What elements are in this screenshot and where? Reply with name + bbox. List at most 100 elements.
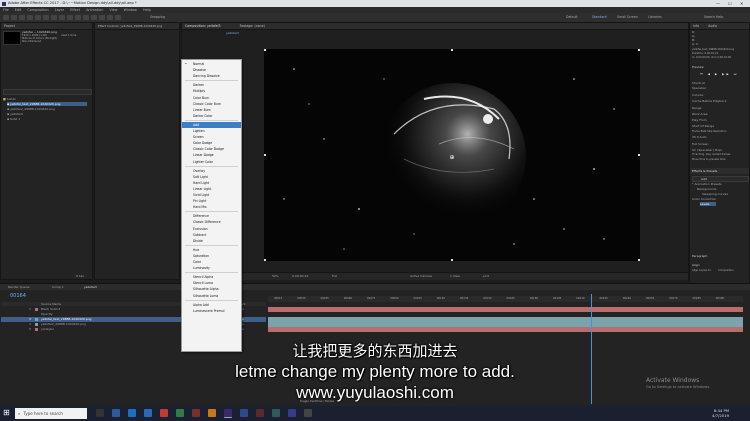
- project-panel-title[interactable]: Project: [1, 23, 92, 30]
- app-icon[interactable]: [272, 409, 280, 417]
- menu-edit[interactable]: Edit: [15, 8, 22, 12]
- menu-file[interactable]: File: [3, 8, 9, 12]
- track-bar[interactable]: [268, 307, 743, 312]
- views-dropdown[interactable]: 1 View: [450, 274, 460, 278]
- app-icon[interactable]: [160, 409, 168, 417]
- windows-start-icon[interactable]: ⊞: [3, 409, 11, 417]
- tab-info[interactable]: Info: [693, 24, 699, 28]
- project-item-comp[interactable]: ▪ yellofei3: [7, 112, 23, 116]
- track-bar[interactable]: [268, 317, 743, 322]
- eraser-tool-icon[interactable]: [99, 15, 105, 20]
- app-icon[interactable]: [176, 409, 184, 417]
- layer-handle[interactable]: [264, 154, 266, 156]
- pen-tool-icon[interactable]: [67, 15, 73, 20]
- preview-transport-controls[interactable]: ⏮ ◀ ▶ ▶▶ ⏭: [700, 72, 738, 76]
- preview-framerate-values[interactable]: 30 0 Auto: [692, 135, 707, 139]
- layer-handle[interactable]: [451, 259, 453, 261]
- blend-mode-item[interactable]: Dancing Dissolve: [182, 73, 241, 79]
- tab-yellofei3[interactable]: yellofei3: [84, 285, 97, 289]
- preview-move-time-checkbox[interactable]: Move time to preview time: [692, 158, 726, 162]
- preview-range-dropdown[interactable]: Work Area: [692, 112, 707, 116]
- preview-title[interactable]: Preview: [692, 65, 704, 69]
- text-tool-icon[interactable]: [75, 15, 81, 20]
- app-icon[interactable]: [240, 409, 248, 417]
- tab-comp1[interactable]: Comp 1: [52, 285, 64, 289]
- app-icon[interactable]: [192, 409, 200, 417]
- blend-mode-item[interactable]: Hard Mix: [182, 204, 241, 210]
- effects-levels[interactable]: Levels: [700, 202, 716, 206]
- exposure-value[interactable]: +0.0: [482, 274, 489, 278]
- workspace-default[interactable]: Default: [566, 15, 578, 20]
- resolution-dropdown[interactable]: Full: [332, 274, 337, 278]
- project-item-solids[interactable]: ■ Solids: [3, 97, 16, 101]
- layer-handle[interactable]: [638, 259, 640, 261]
- menu-animation[interactable]: Animation: [86, 8, 103, 12]
- timeline-timecode[interactable]: 00164: [10, 293, 26, 299]
- col-source-name[interactable]: Source Name: [41, 302, 61, 306]
- mask-tool-icon[interactable]: [59, 15, 65, 20]
- app-icon[interactable]: [256, 409, 264, 417]
- project-item-solid[interactable]: ▪ Solid 1: [7, 117, 20, 121]
- effects-animation-presets[interactable]: * Animation Presets: [692, 182, 722, 186]
- effects-sweeping-curves[interactable]: Sweeping Curves: [702, 192, 728, 196]
- anchor-tool-icon[interactable]: [51, 15, 57, 20]
- roto-tool-icon[interactable]: [107, 15, 113, 20]
- edge-browser-icon[interactable]: [128, 409, 136, 417]
- app-icon[interactable]: [288, 409, 296, 417]
- camera-tool-icon[interactable]: [43, 15, 49, 20]
- preview-cached-checkbox[interactable]: If caching, play cached frames: [692, 153, 730, 157]
- align-title[interactable]: Align: [692, 263, 700, 267]
- tab-footage[interactable]: Footage: (none): [240, 24, 265, 28]
- blend-mode-item[interactable]: Silhouette Luma: [182, 293, 241, 299]
- taskbar-search-input[interactable]: ⌕ Type here to search: [15, 408, 87, 419]
- track-bar[interactable]: [268, 322, 743, 327]
- store-icon[interactable]: [144, 409, 152, 417]
- selection-tool-icon[interactable]: [11, 15, 17, 20]
- blend-mode-item[interactable]: Luminescent Premul: [182, 308, 241, 314]
- project-item-selected[interactable]: ▪ yellofei_text_29688-1020420.png: [7, 102, 87, 106]
- preview-cache-checkbox[interactable]: Cache Before Playback: [692, 99, 726, 103]
- layer-handle[interactable]: [451, 49, 453, 51]
- project-item-footage[interactable]: ▪ yellofei2_29688-1020420.png: [7, 107, 55, 111]
- effects-presets-title[interactable]: Effects & Presets: [692, 169, 717, 173]
- preview-playfrom-dropdown[interactable]: Start Of Range: [692, 124, 714, 128]
- time-ruler[interactable]: 00015 00030 00045 00060 00075 00090 00105 00120…: [268, 296, 743, 302]
- search-help-field[interactable]: Search Help: [704, 15, 723, 20]
- workspace-standard[interactable]: Standard: [592, 15, 607, 20]
- blend-mode-item[interactable]: Divide: [182, 238, 241, 244]
- menu-help[interactable]: Help: [143, 8, 151, 12]
- effect-controls-title[interactable]: Effect Controls: yellofei2_29688-1020420…: [95, 23, 179, 30]
- app-icon[interactable]: [304, 409, 312, 417]
- layer-handle[interactable]: [264, 259, 266, 261]
- workspace-small-screen[interactable]: Small Screen: [617, 15, 638, 20]
- camera-dropdown[interactable]: Active Camera: [410, 274, 432, 278]
- close-button[interactable]: ✕: [740, 0, 743, 7]
- minimize-button[interactable]: —: [716, 0, 720, 7]
- menu-effect[interactable]: Effect: [70, 8, 80, 12]
- tab-render-queue[interactable]: Render Queue: [8, 285, 30, 289]
- app-icon[interactable]: [208, 409, 216, 417]
- brush-tool-icon[interactable]: [83, 15, 89, 20]
- after-effects-taskbar-icon[interactable]: [224, 409, 232, 418]
- rotate-tool-icon[interactable]: [35, 15, 41, 20]
- maximize-button[interactable]: ☐: [728, 0, 732, 7]
- menu-layer[interactable]: Layer: [55, 8, 64, 12]
- effects-backgrounds[interactable]: Backgrounds: [697, 187, 716, 191]
- current-time[interactable]: 0;00;00;14: [292, 274, 308, 278]
- clone-tool-icon[interactable]: [91, 15, 97, 20]
- layer-handle[interactable]: [264, 49, 266, 51]
- file-explorer-icon[interactable]: [112, 409, 120, 417]
- composition-viewer[interactable]: ⊕: [264, 49, 640, 261]
- align-to-dropdown[interactable]: Composition: [718, 269, 734, 273]
- blend-mode-item[interactable]: Darker Color: [182, 113, 241, 119]
- zoom-tool-icon[interactable]: [27, 15, 33, 20]
- task-view-icon[interactable]: [96, 409, 104, 417]
- preview-fullscreen-checkbox[interactable]: Full Screen: [692, 142, 708, 146]
- puppet-tool-icon[interactable]: [115, 15, 121, 20]
- home-tool-icon[interactable]: [3, 15, 9, 20]
- project-search-input[interactable]: [3, 89, 92, 95]
- menu-view[interactable]: View: [109, 8, 117, 12]
- menu-composition[interactable]: Composition: [27, 8, 48, 12]
- tab-composition[interactable]: Composition: yellofei3: [185, 24, 221, 28]
- bpc-label[interactable]: 8 bpc: [76, 274, 84, 278]
